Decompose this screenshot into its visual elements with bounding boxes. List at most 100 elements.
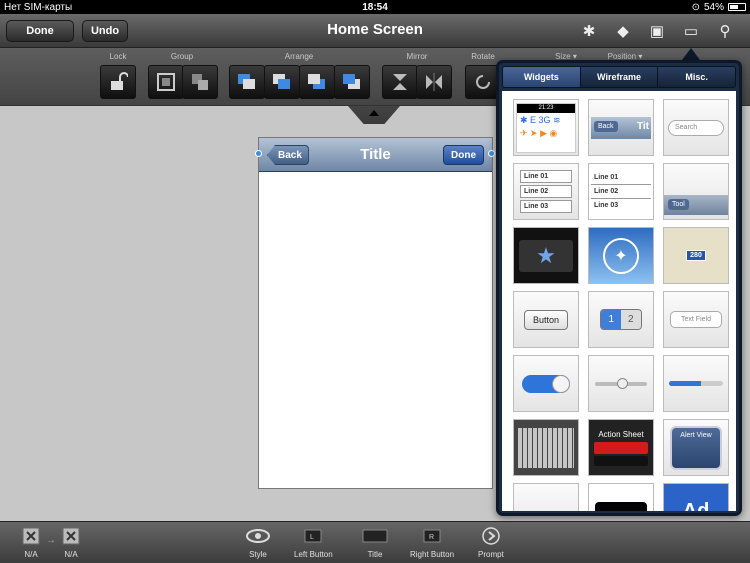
ungroup-button[interactable] [182, 65, 218, 99]
widget-alert-label: Alert View [680, 431, 712, 439]
widget-grouped-table[interactable]: Line 01 Line 02 Line 03 [513, 163, 579, 220]
widget-status-bar[interactable]: 21:23 ✱ E 3G ≋ ✈ ➤ ▶ ◉ [513, 99, 579, 156]
widget-icon[interactable]: ▭ [680, 20, 702, 42]
unlock-icon [111, 72, 128, 90]
title-option-label: Title [367, 550, 383, 559]
widget-tool-label: Tool [668, 199, 689, 210]
mock-nav-bar[interactable]: Back Title Done [259, 138, 492, 172]
style-label: Style [249, 550, 267, 559]
widget-button-label: Button [523, 309, 569, 330]
widget-stepper[interactable] [513, 483, 579, 511]
rotate-icon [476, 75, 490, 89]
widget-slider[interactable] [588, 355, 654, 412]
widget-tab-bar[interactable]: ★ [513, 227, 579, 284]
svg-text:R: R [429, 534, 434, 541]
prompt-option[interactable]: Prompt [478, 526, 504, 559]
bring-forward-button[interactable] [264, 65, 300, 99]
widget-plain-line-1: Line 01 [591, 171, 651, 185]
right-button-label: Right Button [410, 550, 455, 559]
widget-picker[interactable] [588, 483, 654, 511]
lock-label: Lock [109, 52, 127, 61]
status-bar: Нет SIM-карты 18:54 ⊙ 54% [0, 0, 750, 14]
mock-done-button[interactable]: Done [443, 145, 484, 165]
link-target-label: N/A [64, 550, 78, 559]
lock-rotation-icon: ⊙ [691, 1, 700, 13]
widget-status-time: 21:23 [517, 103, 575, 113]
widget-plain-line-2: Line 02 [591, 185, 651, 199]
right-button-option[interactable]: R Right Button [410, 526, 454, 559]
link-source[interactable]: N/A [22, 526, 40, 559]
undo-button[interactable]: Undo [82, 20, 128, 42]
rotate-label: Rotate [471, 52, 495, 61]
widget-plain-line-3: Line 03 [594, 202, 619, 209]
resize-handle-left[interactable] [255, 150, 262, 157]
widget-nav-bar[interactable]: Back Tit [588, 99, 654, 156]
bottom-properties-bar: N/A → N/A Style L Left Button Title R Ri… [0, 521, 750, 563]
widget-segmented[interactable]: 1 2 [588, 291, 654, 348]
tab-misc[interactable]: Misc. [658, 67, 735, 87]
title-option[interactable]: Title [362, 526, 388, 559]
widget-switch[interactable] [513, 355, 579, 412]
widget-ad-banner[interactable]: Ad [663, 483, 729, 511]
widget-keyboard[interactable] [513, 419, 579, 476]
prompt-label: Prompt [478, 550, 504, 559]
group-button[interactable] [148, 65, 184, 99]
widget-progress[interactable] [663, 355, 729, 412]
battery-percent: 54% [703, 1, 724, 13]
link-source-label: N/A [24, 550, 38, 559]
widget-alert-view[interactable]: Alert View [663, 419, 729, 476]
widget-seg-1: 1 [601, 310, 621, 329]
mirror-label: Mirror [406, 52, 428, 61]
status-symbols-icon: ✱ E 3G ≋ [520, 114, 561, 125]
send-back-icon [343, 74, 360, 89]
send-to-back-button[interactable] [334, 65, 370, 99]
send-backward-icon [308, 74, 325, 89]
compass-icon: ✦ [603, 237, 639, 274]
widget-action-sheet-label: Action Sheet [598, 429, 644, 439]
widget-button[interactable]: Button [513, 291, 579, 348]
shapes-icon[interactable]: ◆ [612, 20, 634, 42]
style-button[interactable]: Style [246, 526, 270, 559]
screen-mockup[interactable]: Back Title Done [258, 137, 493, 489]
bug-icon[interactable]: ✱ [578, 20, 600, 42]
send-backward-button[interactable] [299, 65, 335, 99]
widget-search-bar[interactable]: Search [663, 99, 729, 156]
link-icon[interactable]: ⚲ [714, 20, 736, 42]
mock-back-button[interactable]: Back [267, 145, 309, 165]
widget-ad-label: Ad [682, 500, 710, 511]
widget-search-label: Search [668, 119, 724, 136]
widget-text-field[interactable]: Text Field [663, 291, 729, 348]
bring-to-front-button[interactable] [229, 65, 265, 99]
star-icon: ★ [519, 239, 573, 272]
widget-line-3: Line 03 [520, 200, 572, 213]
widget-map[interactable]: 280 [663, 227, 729, 284]
done-button[interactable]: Done [6, 20, 74, 42]
bring-front-icon [238, 74, 255, 89]
battery-icon [728, 3, 746, 11]
widget-popover: Widgets Wireframe Misc. 21:23 ✱ E 3G ≋ ✈… [496, 60, 742, 516]
link-target[interactable]: N/A [62, 526, 80, 559]
mirror-vertical-button[interactable] [382, 65, 418, 99]
resize-handle-right[interactable] [488, 150, 495, 157]
group-icon [157, 73, 175, 91]
eye-icon [246, 529, 270, 543]
popover-tabs: Widgets Wireframe Misc. [502, 66, 736, 88]
left-button-option[interactable]: L Left Button [294, 526, 333, 559]
widget-toolbar[interactable]: Tool [663, 163, 729, 220]
widget-line-1: Line 01 [520, 170, 572, 183]
widget-safari[interactable]: ✦ [588, 227, 654, 284]
title-bar-icon [362, 529, 388, 543]
widget-plain-table[interactable]: Line 01 Line 02 Line 03 [588, 163, 654, 220]
bring-forward-icon [273, 74, 290, 89]
arrange-label: Arrange [284, 52, 314, 61]
popover-arrow [682, 48, 700, 60]
image-icon[interactable]: ▣ [646, 20, 668, 42]
tab-widgets[interactable]: Widgets [503, 67, 581, 87]
widget-action-sheet[interactable]: Action Sheet [588, 419, 654, 476]
widget-textfield-label: Text Field [670, 311, 722, 328]
widget-back-label: Back [594, 120, 618, 132]
mirror-horizontal-button[interactable] [416, 65, 452, 99]
lock-button[interactable] [100, 65, 136, 99]
tab-wireframe[interactable]: Wireframe [580, 67, 659, 87]
left-button-label: Left Button [294, 550, 333, 559]
